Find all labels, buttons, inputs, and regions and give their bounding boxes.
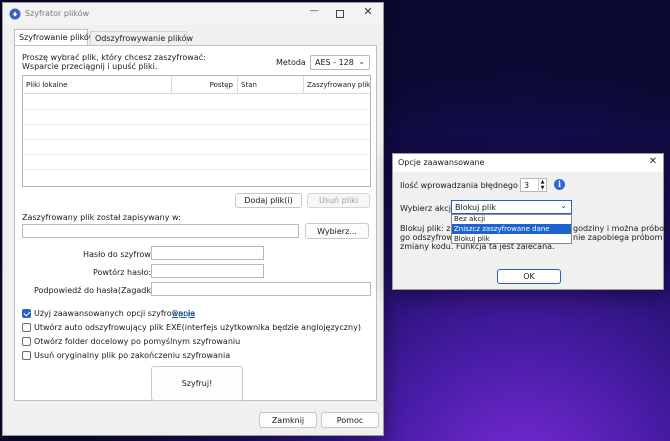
action-select-value: Blokuj plik xyxy=(455,203,496,212)
action-dropdown-list: Bez akcji Zniszcz zaszyfrowane dane Blok… xyxy=(451,214,572,244)
dialog-titlebar: Opcje zaawansowane ✕ xyxy=(393,154,663,172)
close-icon[interactable]: ✕ xyxy=(357,5,379,21)
add-files-button[interactable]: Dodaj plik(i) xyxy=(235,193,302,208)
create-exe-checkbox[interactable] xyxy=(22,323,31,332)
attempts-value: 3 xyxy=(524,181,530,190)
dialog-close-icon[interactable]: ✕ xyxy=(646,156,660,169)
table-row xyxy=(23,154,370,155)
tab-panel: Proszę wybrać plik, który chcesz zaszyfr… xyxy=(14,45,377,401)
delete-original-label: Usuń oryginalny plik po zakończeniu szyf… xyxy=(34,351,231,360)
repeat-password-field[interactable] xyxy=(151,264,264,278)
main-window: Szyfrator plików — ✕ Szyfrowanie plików … xyxy=(2,2,384,436)
column-progress[interactable]: Postęp xyxy=(172,76,238,94)
password-field[interactable] xyxy=(151,246,264,260)
column-local-files[interactable]: Pliki lokalne xyxy=(23,76,172,94)
column-status[interactable]: Stan xyxy=(238,76,304,94)
table-row xyxy=(23,124,370,125)
instruction-text: Proszę wybrać plik, który chcesz zaszyfr… xyxy=(22,53,206,62)
table-row xyxy=(23,169,370,170)
options-link[interactable]: Opcje xyxy=(172,309,195,318)
description-right-1: godziny i można próbować xyxy=(573,224,670,233)
remove-files-button[interactable]: Usuń pliki xyxy=(307,193,370,208)
tab-encrypt[interactable]: Szyfrowanie plików xyxy=(14,29,95,45)
password-hint-field[interactable] xyxy=(151,282,371,296)
action-select[interactable]: Blokuj plik ⌄ xyxy=(451,200,572,214)
dropdown-option-block-file[interactable]: Blokuj plik xyxy=(452,234,571,244)
dialog-title: Opcje zaawansowane xyxy=(398,158,485,167)
table-header: Pliki lokalne Postęp Stan Zaszyfrowany p… xyxy=(23,76,370,94)
help-button[interactable]: Pomoc xyxy=(321,412,379,428)
action-label: Wybierz akcję xyxy=(400,204,456,213)
method-select-value: AES - 128 xyxy=(315,58,354,67)
description-right-2: nie zapobiega próbom xyxy=(573,233,663,242)
advanced-options-checkbox[interactable] xyxy=(22,309,31,318)
minimize-icon[interactable]: — xyxy=(303,6,325,22)
password-hint-label: Podpowiedź do hasła(Zagadka): xyxy=(34,286,162,295)
browse-button[interactable]: Wybierz... xyxy=(305,223,369,239)
main-titlebar: Szyfrator plików — ✕ xyxy=(3,3,383,25)
table-row xyxy=(23,109,370,110)
column-encrypted-file[interactable]: Zaszyfrowany plik xyxy=(304,76,371,94)
info-icon[interactable]: i xyxy=(554,179,565,190)
method-select[interactable]: AES - 128 ⌄ xyxy=(310,55,370,70)
tab-decrypt-label: Odszyfrowywanie plików xyxy=(95,34,194,43)
output-path-field[interactable] xyxy=(22,224,299,238)
maximize-icon[interactable] xyxy=(329,6,351,22)
advanced-options-dialog: Opcje zaawansowane ✕ Ilość wprowadzania … xyxy=(392,153,670,290)
drag-drop-text: Wsparcie przeciągnij i upuść pliki. xyxy=(22,62,158,71)
ok-button[interactable]: OK xyxy=(497,269,561,284)
app-logo-icon xyxy=(9,8,21,20)
dropdown-option-no-action[interactable]: Bez akcji xyxy=(452,215,571,224)
table-row xyxy=(23,139,370,140)
main-window-title: Szyfrator plików xyxy=(25,9,90,18)
tab-encrypt-label: Szyfrowanie plików xyxy=(19,33,96,42)
encrypt-button[interactable]: Szyfruj! xyxy=(151,366,243,401)
tab-decrypt[interactable]: Odszyfrowywanie plików xyxy=(90,31,193,45)
dropdown-option-destroy-data[interactable]: Zniszcz zaszyfrowane dane xyxy=(452,224,571,234)
open-folder-checkbox[interactable] xyxy=(22,337,31,346)
open-folder-label: Otwórz folder docelowy po pomyślnym szyf… xyxy=(34,337,241,346)
saved-location-label: Zaszyfrowany plik został zapisywany w: xyxy=(22,213,181,222)
delete-original-checkbox[interactable] xyxy=(22,351,31,360)
method-label: Metoda xyxy=(276,58,306,67)
chevron-down-icon: ⌄ xyxy=(358,57,365,66)
files-table[interactable]: Pliki lokalne Postęp Stan Zaszyfrowany p… xyxy=(22,75,371,187)
close-button[interactable]: Zamknij xyxy=(259,412,317,428)
attempts-spinner[interactable]: 3 ▲ ▼ xyxy=(520,178,547,192)
create-exe-label: Utwórz auto odszyfrowujący plik EXE(inte… xyxy=(34,323,361,332)
repeat-password-label: Powtórz hasło: xyxy=(93,268,152,277)
spin-down-icon[interactable]: ▼ xyxy=(538,185,546,191)
chevron-down-icon: ⌄ xyxy=(560,201,567,210)
